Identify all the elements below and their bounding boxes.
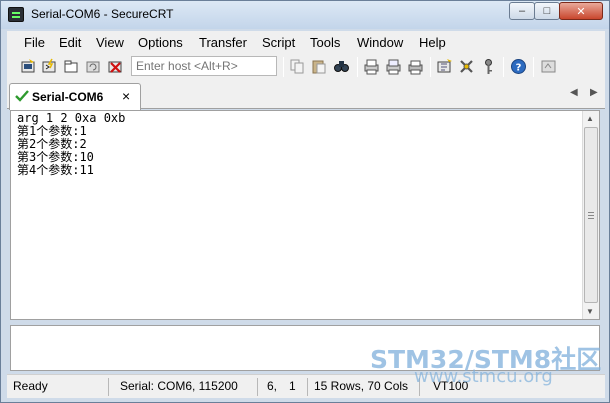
status-ready: Ready xyxy=(13,379,48,393)
keymap-icon[interactable] xyxy=(480,58,497,75)
status-cursor-col: 1 xyxy=(289,379,296,393)
tab-scroll-left-icon[interactable]: ◀ xyxy=(570,87,578,98)
menu-script[interactable]: Script xyxy=(262,35,295,50)
sftp-icon[interactable] xyxy=(540,58,557,75)
global-options-icon[interactable] xyxy=(458,58,475,75)
help-icon[interactable]: ? xyxy=(510,58,527,75)
toolbar-separator xyxy=(357,57,358,77)
tab-serial-com6[interactable]: Serial-COM6 × xyxy=(9,83,141,110)
scroll-down-icon[interactable]: ▼ xyxy=(586,307,594,316)
toolbar-separator xyxy=(503,57,504,77)
toolbar: ? xyxy=(7,53,605,81)
status-separator xyxy=(307,378,308,396)
minimize-button[interactable]: – xyxy=(509,2,535,20)
print-selection-icon[interactable] xyxy=(385,58,402,75)
toolbar-separator xyxy=(533,57,534,77)
maximize-button[interactable]: □ xyxy=(534,2,560,20)
terminal-text: arg 1 2 0xa 0xb 第1个参数:1 第2个参数:2 第3个参数:10… xyxy=(17,112,125,177)
scrollbar-thumb[interactable] xyxy=(584,127,598,303)
menu-help[interactable]: Help xyxy=(419,35,446,50)
terminal-output[interactable]: arg 1 2 0xa 0xb 第1个参数:1 第2个参数:2 第3个参数:10… xyxy=(10,110,600,320)
paste-icon[interactable] xyxy=(311,58,328,75)
print-icon[interactable] xyxy=(407,58,424,75)
window-title: Serial-COM6 - SecureCRT xyxy=(31,7,174,21)
reconnect-icon[interactable] xyxy=(85,58,102,75)
status-cursor-row: 6, xyxy=(267,379,278,393)
terminal-scrollbar[interactable]: ▲ ▼ xyxy=(582,111,599,319)
menu-options[interactable]: Options xyxy=(138,35,183,50)
quick-connect-icon[interactable] xyxy=(41,58,58,75)
tab-scroll-right-icon[interactable]: ▶ xyxy=(590,87,598,98)
grip-icon xyxy=(588,212,594,219)
toolbar-separator xyxy=(430,57,431,77)
watermark-url: www.stmcu.org xyxy=(414,366,553,387)
tab-label: Serial-COM6 xyxy=(32,90,104,104)
scroll-up-icon[interactable]: ▲ xyxy=(586,114,594,123)
session-tab-strip: Serial-COM6 × ◀ ▶ xyxy=(7,81,605,110)
status-connection: Serial: COM6, 115200 xyxy=(120,379,238,393)
menu-file[interactable]: File xyxy=(24,35,45,50)
copy-icon[interactable] xyxy=(289,58,306,75)
connected-check-icon xyxy=(15,90,29,102)
menu-tools[interactable]: Tools xyxy=(310,35,340,50)
tab-close-icon[interactable]: × xyxy=(122,88,130,104)
menu-transfer[interactable]: Transfer xyxy=(199,35,247,50)
terminal-line: 第4个参数:11 xyxy=(17,163,94,177)
connect-icon[interactable] xyxy=(20,58,37,75)
find-icon[interactable] xyxy=(333,58,350,75)
toolbar-separator xyxy=(283,57,284,77)
host-input[interactable] xyxy=(131,56,277,76)
session-options-icon[interactable] xyxy=(436,58,453,75)
status-size: 15 Rows, 70 Cols xyxy=(314,379,409,393)
connect-in-tab-icon[interactable] xyxy=(63,58,80,75)
menu-view[interactable]: View xyxy=(96,35,124,50)
disconnect-icon[interactable] xyxy=(107,58,124,75)
status-separator xyxy=(257,378,258,396)
securecrt-app-icon xyxy=(8,7,24,22)
menu-edit[interactable]: Edit xyxy=(59,35,81,50)
status-separator xyxy=(108,378,109,396)
close-button[interactable]: ✕ xyxy=(559,2,603,20)
menu-bar: File Edit View Options Transfer Script T… xyxy=(7,31,605,53)
print-screen-icon[interactable] xyxy=(363,58,380,75)
menu-window[interactable]: Window xyxy=(357,35,403,50)
svg-text:?: ? xyxy=(516,63,522,74)
title-bar[interactable]: Serial-COM6 - SecureCRT – □ ✕ xyxy=(1,1,609,29)
